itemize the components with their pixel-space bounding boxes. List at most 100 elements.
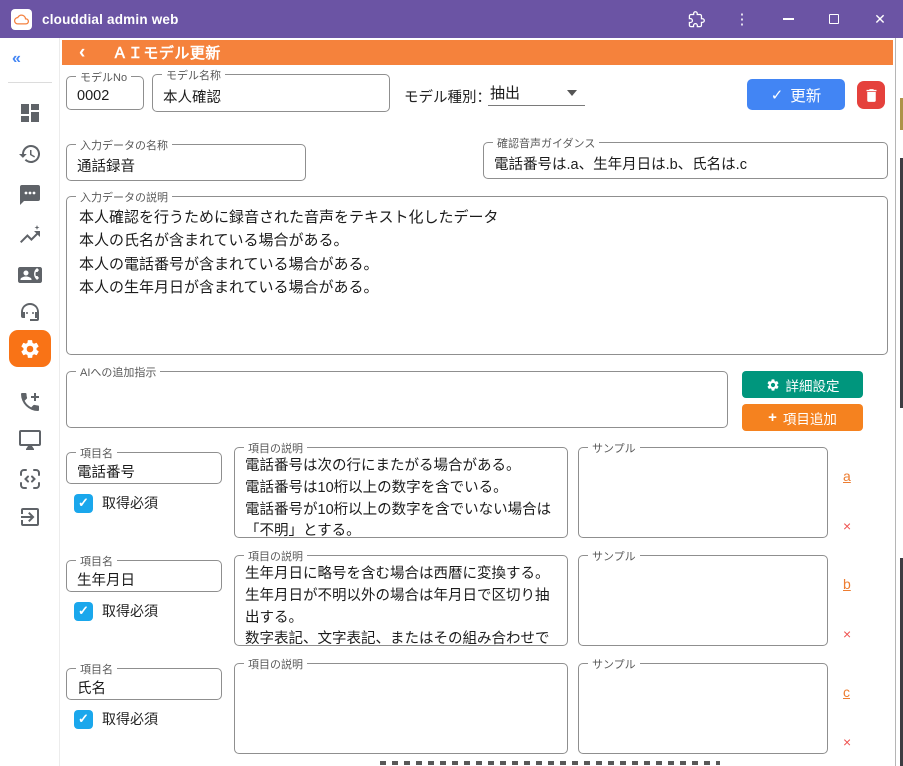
required-checkbox[interactable]: ✓ [74, 710, 93, 729]
item-name-input[interactable] [67, 669, 221, 699]
main-content: ‹ ＡＩモデル更新 モデルNo モデル名称 モデル種別： 抽出 ✓ 更新 入力デ… [60, 38, 903, 766]
add-item-button[interactable]: + 項目追加 [742, 404, 863, 431]
item-name-field[interactable]: 項目名 [66, 452, 222, 484]
required-checkbox-row[interactable]: ✓ 取得必須 [74, 709, 158, 729]
titlebar: clouddial admin web ⋮ ✕ [0, 0, 903, 38]
item-sample-textarea[interactable] [579, 664, 827, 753]
item-tag-link[interactable]: a [843, 468, 851, 484]
item-description-field[interactable]: 項目の説明 電話番号は次の行にまたがる場合がある。 電話番号は10桁以上の数字を… [234, 447, 568, 538]
model-name-input[interactable] [153, 75, 389, 111]
model-no-field[interactable]: モデルNo [66, 76, 144, 110]
minimize-button[interactable] [765, 0, 811, 38]
minimize-icon [783, 18, 794, 20]
item-remove-button[interactable]: × [843, 734, 851, 750]
item-name-field[interactable]: 項目名 [66, 668, 222, 700]
item-name-input[interactable] [67, 561, 221, 591]
page-title: ＡＩモデル更新 [112, 42, 221, 63]
model-type-value: 抽出 [490, 82, 520, 103]
browser-menu-icon[interactable]: ⋮ [719, 0, 765, 38]
item-sample-field[interactable]: サンプル [578, 663, 828, 754]
history-icon [18, 142, 42, 166]
model-type-select[interactable]: 抽出 [488, 80, 585, 106]
insights-icon [18, 223, 42, 247]
close-button[interactable]: ✕ [857, 0, 903, 38]
extensions-icon[interactable] [673, 0, 719, 38]
input-data-description-textarea[interactable]: 本人確認を行うために録音された音声をテキスト化したデータ 本人の氏名が含まれてい… [67, 197, 887, 354]
sidebar-item-insights[interactable] [18, 223, 42, 247]
input-data-name-field[interactable]: 入力データの名称 [66, 144, 306, 181]
detail-settings-label: 詳細設定 [786, 375, 840, 395]
item-sample-field[interactable]: サンプル [578, 555, 828, 646]
app-title: clouddial admin web [42, 12, 179, 27]
guidance-input[interactable] [484, 143, 887, 178]
monitor-icon [18, 428, 42, 452]
page-header: ‹ ＡＩモデル更新 [62, 40, 893, 65]
required-label: 取得必須 [102, 601, 158, 621]
chat-icon [18, 183, 42, 207]
required-checkbox-row[interactable]: ✓ 取得必須 [74, 601, 158, 621]
code-brackets-icon [18, 467, 42, 491]
app-logo [11, 9, 32, 30]
sidebar-item-developer[interactable] [18, 467, 42, 491]
detail-settings-button[interactable]: 詳細設定 [742, 371, 863, 398]
required-label: 取得必須 [102, 709, 158, 729]
item-description-field[interactable]: 項目の説明 [234, 663, 568, 754]
sidebar-item-dashboard[interactable] [18, 101, 42, 125]
guidance-field[interactable]: 確認音声ガイダンス [483, 142, 888, 179]
item-description-field[interactable]: 項目の説明 生年月日に略号を含む場合は西暦に変換する。 生年月日が不明以外の場合… [234, 555, 568, 646]
sidebar-item-history[interactable] [18, 142, 42, 166]
required-checkbox-row[interactable]: ✓ 取得必須 [74, 493, 158, 513]
model-name-field[interactable]: モデル名称 [152, 74, 390, 112]
model-type-label: モデル種別： [404, 86, 491, 107]
sidebar-item-monitor[interactable] [18, 428, 42, 452]
contact-phone-icon [18, 263, 42, 287]
item-sample-textarea[interactable] [579, 556, 827, 645]
required-label: 取得必須 [102, 493, 158, 513]
sidebar-item-support[interactable] [18, 300, 42, 324]
item-row: 項目名 ✓ 取得必須 項目の説明 電話番号は次の行にまたがる場合がある。 電話番… [60, 447, 903, 547]
item-tag-link[interactable]: b [843, 576, 851, 592]
input-data-description-field[interactable]: 入力データの説明 本人確認を行うために録音された音声をテキスト化したデータ 本人… [66, 196, 888, 355]
plus-icon: + [768, 409, 777, 426]
required-checkbox[interactable]: ✓ [74, 494, 93, 513]
screen-edge-artifact [380, 761, 720, 765]
gear-icon [19, 338, 41, 360]
scrollbar-gutter[interactable] [895, 38, 903, 766]
back-button[interactable]: ‹ [79, 43, 85, 62]
maximize-button[interactable] [811, 0, 857, 38]
ai-instruction-textarea[interactable] [67, 372, 727, 427]
item-description-textarea[interactable]: 生年月日に略号を含む場合は西暦に変換する。 生年月日が不明以外の場合は年月日で区… [235, 556, 567, 645]
item-description-textarea[interactable] [235, 664, 567, 753]
item-sample-textarea[interactable] [579, 448, 827, 537]
item-remove-button[interactable]: × [843, 626, 851, 642]
sidebar-item-logout[interactable] [18, 505, 42, 529]
input-data-name-input[interactable] [67, 145, 305, 180]
sidebar-item-add-call[interactable] [18, 390, 42, 414]
item-name-field[interactable]: 項目名 [66, 560, 222, 592]
update-button-label: 更新 [790, 84, 821, 106]
sidebar-item-contacts[interactable] [18, 263, 42, 287]
ai-instruction-field[interactable]: AIへの追加指示 [66, 371, 728, 428]
item-tag-link[interactable]: c [843, 684, 850, 700]
model-no-input[interactable] [67, 77, 143, 109]
check-icon: ✓ [771, 86, 784, 104]
item-description-textarea[interactable]: 電話番号は次の行にまたがる場合がある。 電話番号は10桁以上の数字を含でいる。 … [235, 448, 567, 537]
item-remove-button[interactable]: × [843, 518, 851, 534]
support-agent-icon [18, 300, 42, 324]
add-call-icon [18, 390, 42, 414]
dropdown-arrow-icon [567, 90, 577, 96]
sidebar-divider [8, 82, 52, 83]
item-sample-field[interactable]: サンプル [578, 447, 828, 538]
gear-icon [766, 378, 780, 392]
item-name-input[interactable] [67, 453, 221, 483]
sidebar-collapse-button[interactable]: « [12, 50, 21, 68]
logout-icon [18, 505, 42, 529]
sidebar-item-chat[interactable] [18, 183, 42, 207]
add-item-label: 項目追加 [783, 408, 837, 428]
item-row: 項目名 ✓ 取得必須 項目の説明 サンプル c × [60, 663, 903, 763]
required-checkbox[interactable]: ✓ [74, 602, 93, 621]
sidebar-item-settings-active[interactable] [9, 330, 51, 367]
update-button[interactable]: ✓ 更新 [747, 79, 845, 110]
sidebar: « [0, 38, 60, 766]
delete-button[interactable] [857, 81, 885, 109]
